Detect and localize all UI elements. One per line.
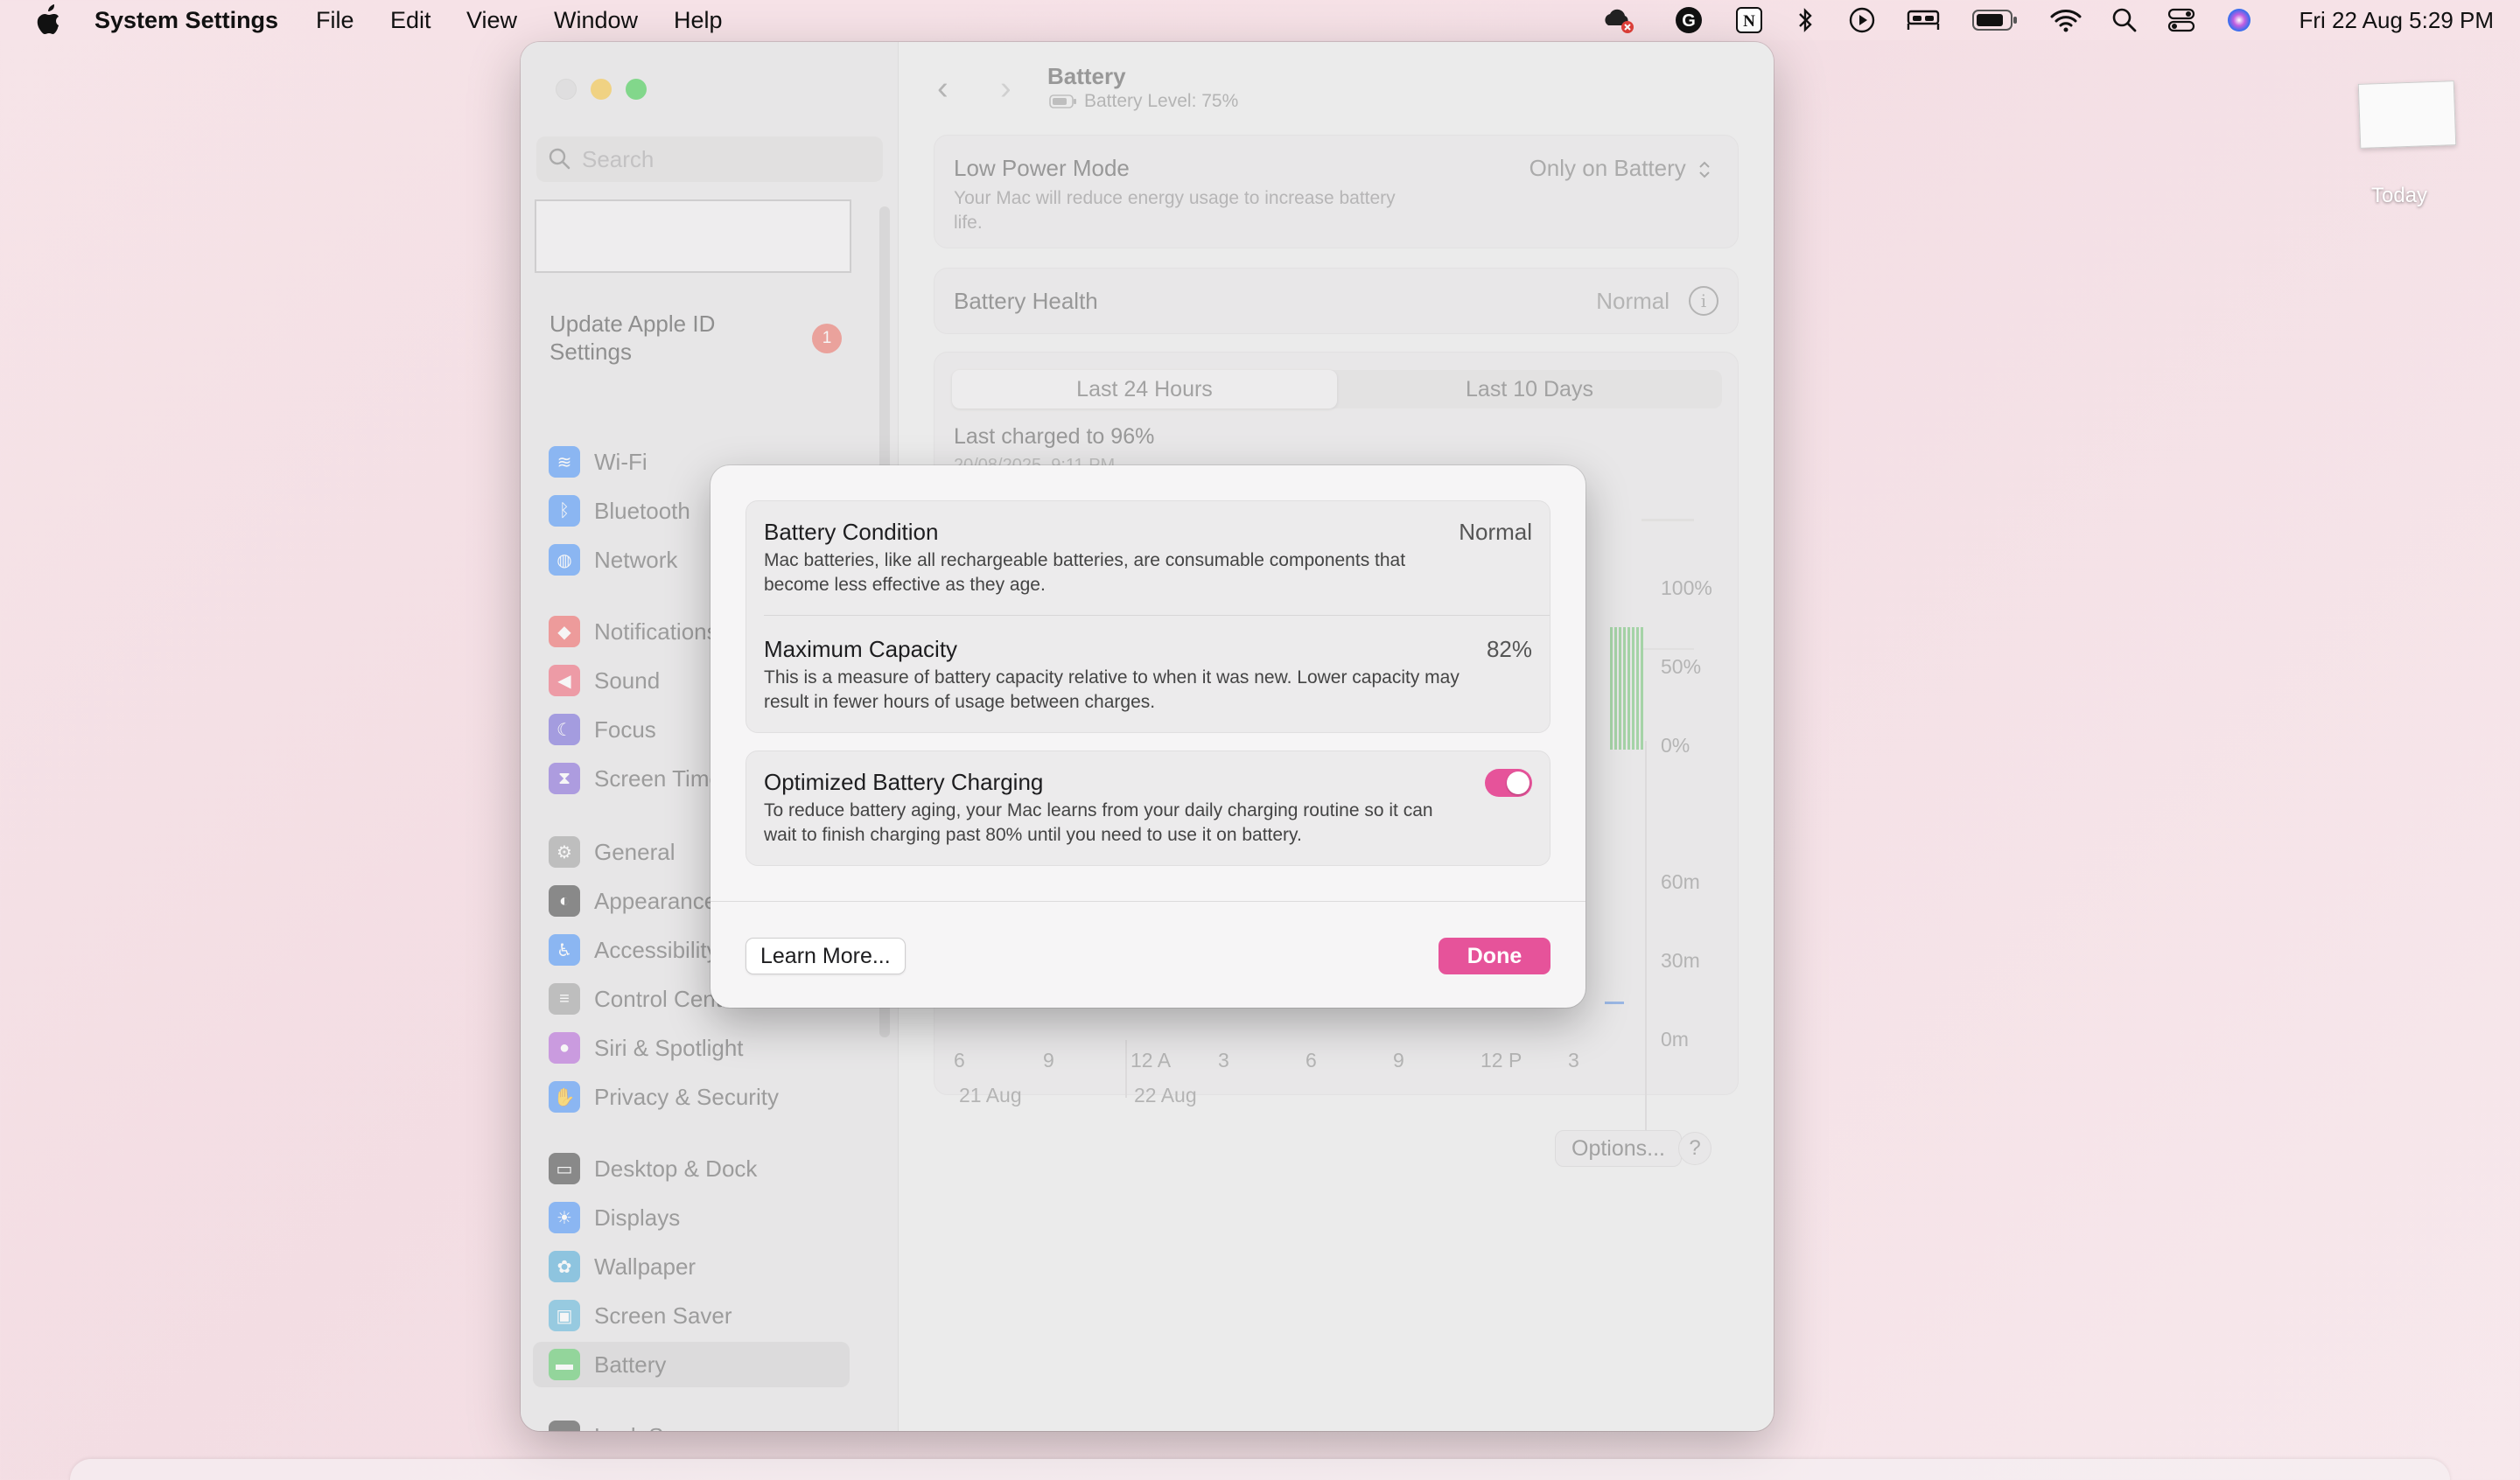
control-centre-status-icon[interactable] <box>2166 6 2196 34</box>
optimized-charging-title: Optimized Battery Charging <box>764 769 1044 795</box>
dock[interactable] <box>70 1459 2450 1480</box>
today-file-thumbnail[interactable] <box>2357 80 2457 149</box>
battery-condition-value: Normal <box>1459 519 1532 545</box>
menu-edit[interactable]: Edit <box>390 7 431 34</box>
done-button[interactable]: Done <box>1438 938 1550 974</box>
battery-condition-title: Battery Condition <box>764 519 939 545</box>
learn-more-button[interactable]: Learn More... <box>746 938 906 974</box>
row-divider <box>764 615 1550 616</box>
battery-status-icon[interactable] <box>1972 6 2018 34</box>
svg-text:G: G <box>1682 11 1696 31</box>
apple-logo-icon[interactable] <box>33 3 63 37</box>
battery-health-sheet: Battery Condition Normal Mac batteries, … <box>710 465 1586 1008</box>
maximum-capacity-value: 82% <box>1486 636 1532 662</box>
optimized-charging-desc: To reduce battery aging, your Mac learns… <box>764 800 1433 845</box>
grammarly-icon[interactable]: G <box>1674 6 1704 34</box>
sheet-divider <box>710 901 1586 902</box>
maximum-capacity-desc: This is a measure of battery capacity re… <box>764 667 1460 712</box>
svg-text:N: N <box>1743 12 1755 31</box>
maximum-capacity-title: Maximum Capacity <box>764 636 958 662</box>
optimized-charging-toggle[interactable] <box>1485 769 1532 797</box>
bluetooth-status-icon[interactable] <box>1794 6 1816 34</box>
menu-window[interactable]: Window <box>554 7 638 34</box>
menu-file[interactable]: File <box>316 7 354 34</box>
cloud-sync-error-icon[interactable] <box>1601 6 1636 34</box>
battery-condition-desc: Mac batteries, like all rechargeable bat… <box>764 550 1406 595</box>
toggle-knob <box>1507 771 1530 794</box>
optimized-charging-group: Optimized Battery Charging To reduce bat… <box>746 750 1550 866</box>
siri-icon[interactable] <box>2225 6 2253 34</box>
notion-icon[interactable]: N <box>1735 6 1763 34</box>
bed-icon[interactable] <box>1906 6 1941 34</box>
spotlight-search-icon[interactable] <box>2110 6 2138 34</box>
menu-clock[interactable]: Fri 22 Aug 5:29 PM <box>2299 7 2494 34</box>
wifi-status-icon[interactable] <box>2049 6 2082 34</box>
menu-app-name[interactable]: System Settings <box>94 7 278 34</box>
play-circle-icon[interactable] <box>1848 6 1876 34</box>
menu-bar: System Settings File Edit View Window He… <box>0 0 2520 40</box>
battery-info-group: Battery Condition Normal Mac batteries, … <box>746 500 1550 733</box>
menu-help[interactable]: Help <box>674 7 723 34</box>
today-file-label[interactable]: Today <box>2371 184 2427 208</box>
menu-view[interactable]: View <box>466 7 517 34</box>
